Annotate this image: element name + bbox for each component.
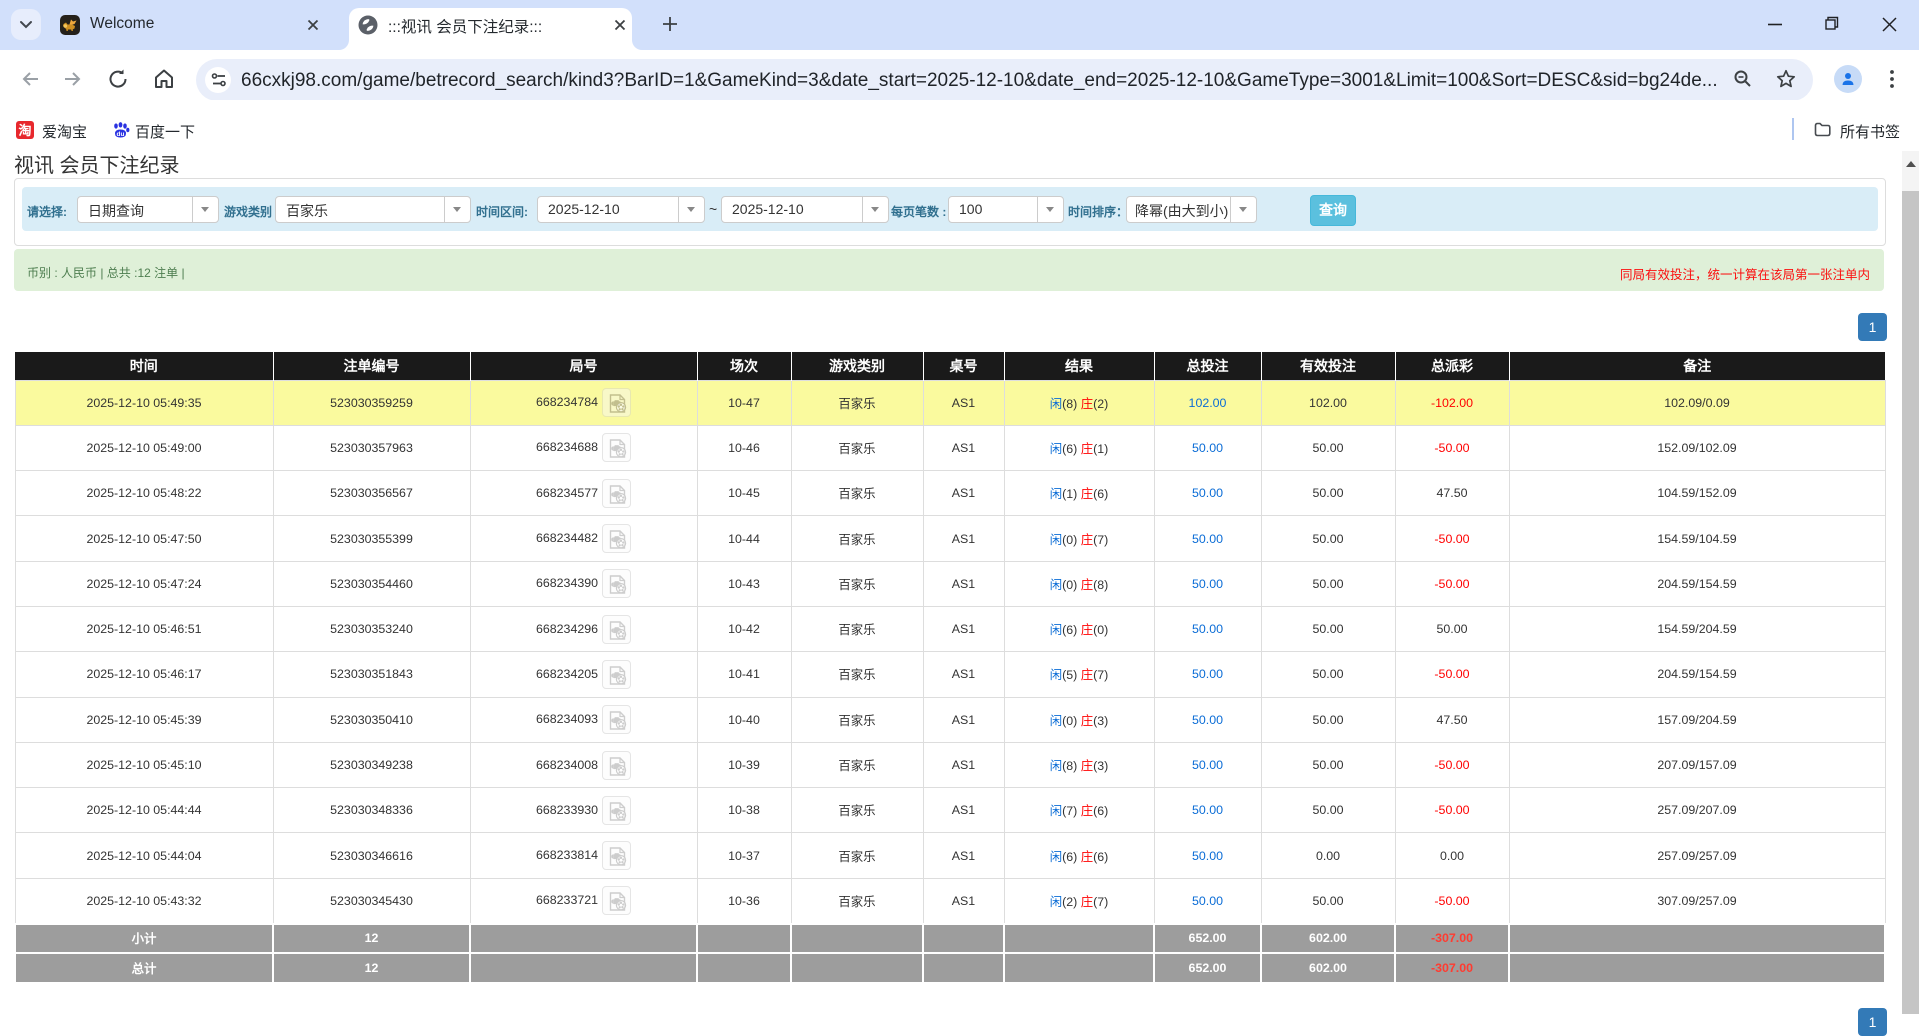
svg-text:du: du xyxy=(117,131,125,138)
svg-text:淘: 淘 xyxy=(18,123,31,138)
